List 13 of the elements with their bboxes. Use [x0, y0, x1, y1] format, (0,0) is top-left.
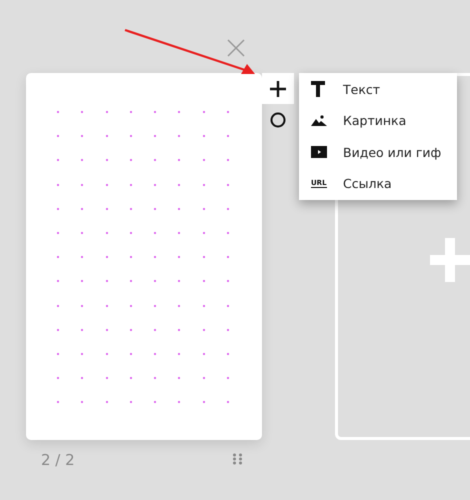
add-button[interactable]	[262, 73, 294, 104]
plus-icon	[430, 238, 470, 282]
close-icon[interactable]	[227, 39, 245, 57]
video-icon	[311, 146, 327, 158]
page-counter: 2 / 2	[41, 451, 75, 469]
drag-handle-icon[interactable]	[233, 452, 242, 466]
image-icon	[311, 115, 327, 126]
menu-item[interactable]: Картинка	[299, 106, 457, 136]
menu-item[interactable]: Видео или гиф	[299, 137, 457, 168]
text-icon	[311, 81, 325, 98]
plus-icon	[270, 80, 286, 96]
menu-item[interactable]: Текст	[299, 74, 457, 104]
circle-icon	[270, 112, 286, 128]
